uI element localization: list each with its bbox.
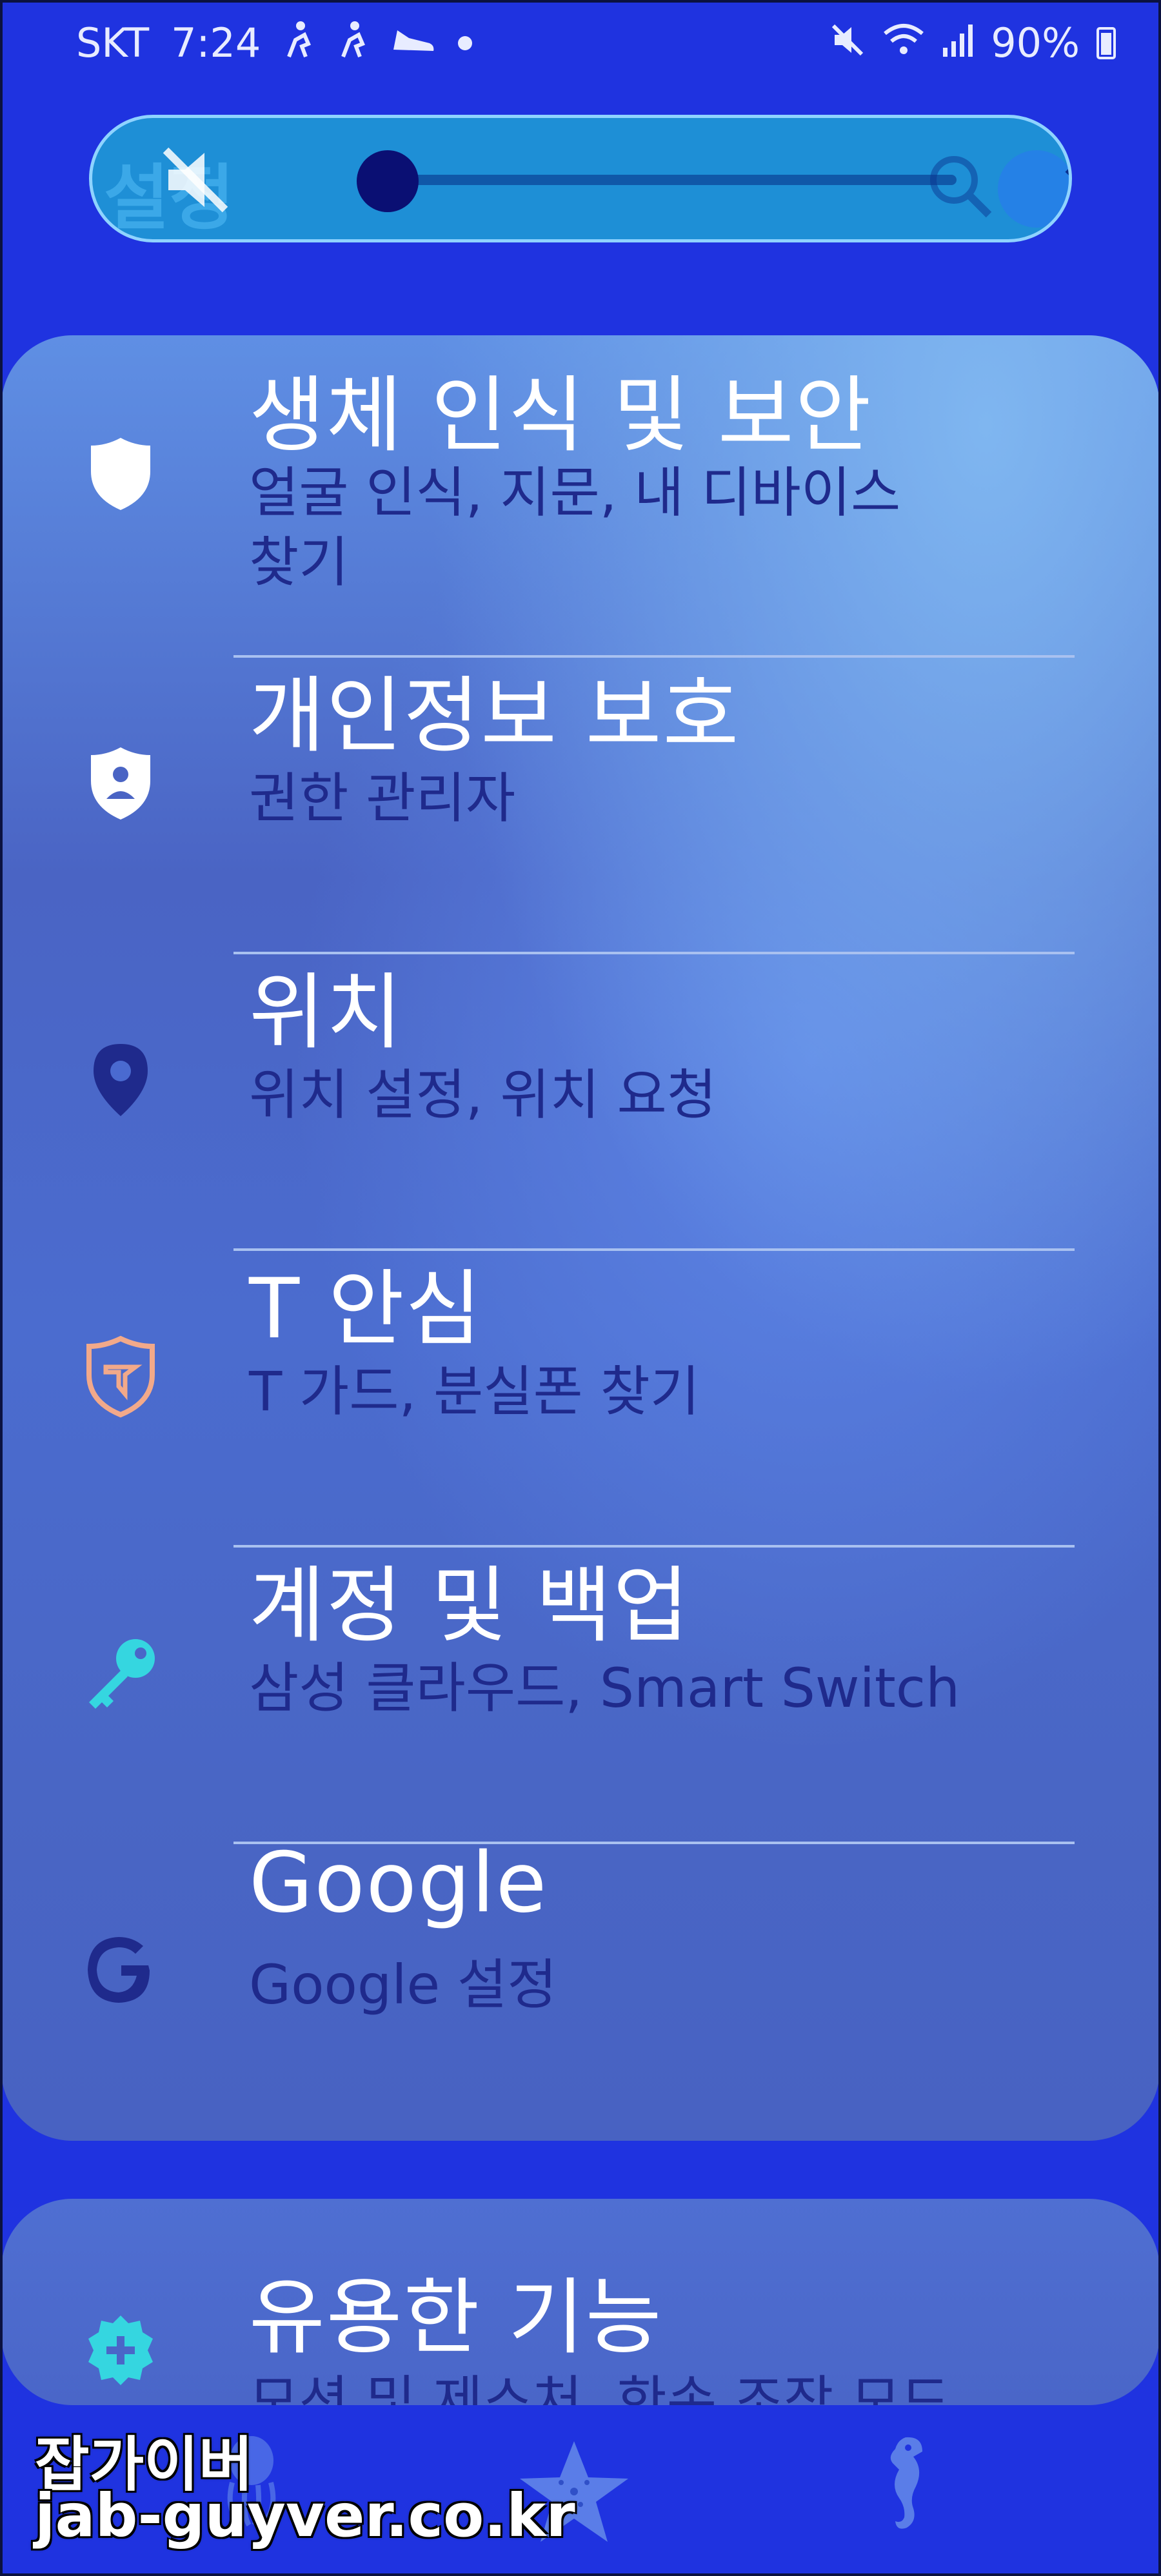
settings-card: 생체 인식 및 보안 얼굴 인식, 지문, 내 디바이스 찾기 개인정보 보호 … [1,335,1160,2141]
item-title: 유용한 기능 [249,2270,663,2366]
item-title: 생체 인식 및 보안 [249,368,873,464]
item-subtitle: T 가드, 분실폰 찾기 [249,1360,700,1423]
item-subtitle: 위치 설정, 위치 요청 [249,1063,717,1126]
key-icon [79,1631,163,1715]
watermark-url: jab-guyver.co.kr [35,2481,575,2550]
running-icon [283,21,315,66]
item-subtitle: 얼굴 인식, 지문, 내 디바이스 찾기 [249,461,901,594]
volume-slider-knob[interactable] [357,150,419,212]
item-subtitle: Google 설정 [249,1953,557,2016]
list-item[interactable]: 위치 위치 설정, 위치 요청 [1,954,1160,1251]
shield-icon [79,432,163,516]
wifi-icon [882,22,925,64]
t-guard-icon [79,1335,163,1419]
chevron-down-icon[interactable] [1053,144,1069,215]
item-subtitle: 모션 및 제스처, 한손 조작 모드 [249,2370,951,2405]
list-item[interactable]: 계정 및 백업 삼성 클라우드, Smart Switch [1,1548,1160,1844]
battery-percent: 90% [991,19,1080,66]
gear-plus-icon [79,2308,163,2392]
list-item[interactable]: 개인정보 보호 권한 관리자 [1,658,1160,954]
volume-panel[interactable]: 설정 [89,115,1072,242]
item-title: Google [249,1835,548,1931]
item-subtitle: 삼성 클라우드, Smart Switch [249,1657,960,1720]
volume-slider-track[interactable] [389,175,957,185]
location-pin-icon [79,1038,163,1122]
sneaker-icon [391,24,436,63]
list-item[interactable]: 생체 인식 및 보안 얼굴 인식, 지문, 내 디바이스 찾기 [1,335,1160,658]
battery-icon [1096,26,1116,59]
item-title: 개인정보 보호 [249,668,740,764]
item-title: 계정 및 백업 [249,1558,691,1654]
search-icon [924,150,995,221]
carrier-label: SKT [76,19,150,66]
item-subtitle: 권한 관리자 [249,767,516,830]
clock: 7:24 [171,19,261,66]
google-icon [79,1928,163,2012]
privacy-shield-icon [79,742,163,825]
running-icon [337,21,369,66]
signal-icon [942,22,974,64]
mute-icon [829,22,866,64]
list-item[interactable]: 유용한 기능 모션 및 제스처, 한손 조작 모드 [1,2199,1160,2405]
item-title: 위치 [249,965,404,1061]
item-title: T 안심 [249,1261,483,1357]
list-item[interactable]: T 안심 T 가드, 분실폰 찾기 [1,1251,1160,1548]
list-item[interactable]: Google Google 설정 [1,1835,1160,2141]
status-bar: SKT 7:24 90% [0,0,1161,90]
mute-icon[interactable] [157,141,234,219]
notification-dot-icon [458,35,473,50]
settings-card-2: 유용한 기능 모션 및 제스처, 한손 조작 모드 [1,2199,1160,2405]
seahorse-icon[interactable] [871,2431,935,2537]
